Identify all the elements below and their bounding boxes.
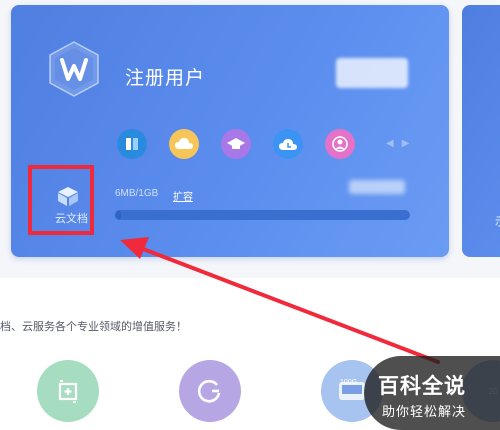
storage-usage-text: 6MB/1GB xyxy=(115,188,159,199)
graduation-cap-icon[interactable] xyxy=(221,129,251,159)
blurred-info xyxy=(349,180,405,194)
highlight-box xyxy=(28,165,94,235)
watermark: 百科全说 助你轻松解决 xyxy=(364,356,500,430)
service-rotate-icon[interactable] xyxy=(37,360,99,422)
storage-badge-text: 100G xyxy=(340,379,358,386)
chevron-right-icon[interactable]: ▶ xyxy=(402,138,410,149)
side-card-text: 示 xyxy=(495,213,500,229)
wps-logo-icon xyxy=(45,40,103,98)
service-refresh-icon[interactable] xyxy=(179,360,241,422)
blurred-button[interactable] xyxy=(336,58,408,88)
user-type-title: 注册用户 xyxy=(125,68,206,89)
doc-app-icon[interactable] xyxy=(117,129,147,159)
expand-storage-link[interactable]: 扩容 xyxy=(173,188,193,203)
side-card[interactable]: 示 xyxy=(462,5,500,257)
storage-progress-bar xyxy=(115,210,410,220)
storage-progress-fill xyxy=(115,210,121,220)
watermark-title: 百科全说 xyxy=(378,375,466,398)
cloud-clock-icon[interactable] xyxy=(273,129,303,159)
services-description: 档、云服务各个专业领域的增值服务！ xyxy=(0,321,187,333)
carousel-arrows: ◀ ▶ xyxy=(386,138,417,149)
user-profile-icon[interactable] xyxy=(325,129,355,159)
watermark-subtitle: 助你轻松解决 xyxy=(382,404,467,419)
cloud-app-icon[interactable] xyxy=(169,129,199,159)
chevron-left-icon[interactable]: ◀ xyxy=(386,138,394,149)
